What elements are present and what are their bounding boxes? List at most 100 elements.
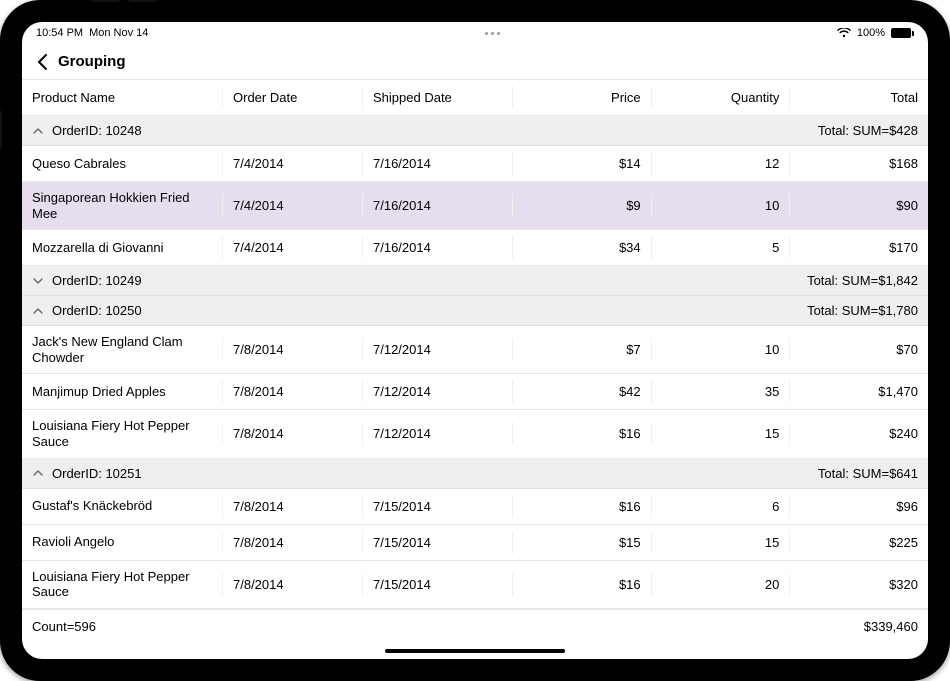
- cell-order-date: 7/8/2014: [222, 338, 362, 361]
- cell-price: $7: [512, 338, 651, 361]
- cell-quantity: 5: [651, 236, 790, 259]
- cell-shipped-date: 7/12/2014: [362, 422, 512, 445]
- cell-shipped-date: 7/15/2014: [362, 531, 512, 554]
- table-row[interactable]: Mozzarella di Giovanni7/4/20147/16/2014$…: [22, 230, 928, 266]
- cell-price: $42: [512, 380, 651, 403]
- cell-shipped-date: 7/15/2014: [362, 495, 512, 518]
- cell-quantity: 12: [651, 152, 790, 175]
- device-button: [90, 0, 120, 2]
- nav-header: Grouping: [22, 44, 928, 80]
- cell-product: Singaporean Hokkien Fried Mee: [22, 186, 222, 225]
- table-row[interactable]: Jack's New England Clam Chowder7/8/20147…: [22, 326, 928, 374]
- cell-total: $320: [789, 573, 928, 596]
- data-grid[interactable]: Product Name Order Date Shipped Date Pri…: [22, 80, 928, 659]
- cell-quantity: 15: [651, 422, 790, 445]
- cell-shipped-date: 7/12/2014: [362, 338, 512, 361]
- home-indicator[interactable]: [385, 649, 565, 653]
- page-title: Grouping: [58, 53, 126, 70]
- group-header[interactable]: OrderID: 10251 Total: SUM=$641: [22, 459, 928, 489]
- device-button: [0, 110, 2, 150]
- chevron-up-icon[interactable]: [32, 125, 44, 137]
- cell-product: Mozzarella di Giovanni: [22, 236, 222, 260]
- col-header-shipped-date[interactable]: Shipped Date: [362, 86, 512, 109]
- cell-quantity: 10: [651, 194, 790, 217]
- cell-product: Gustaf's Knäckebröd: [22, 494, 222, 518]
- cell-price: $34: [512, 236, 651, 259]
- cell-price: $16: [512, 495, 651, 518]
- summary-grand-total: $339,460: [789, 613, 928, 640]
- multitask-dots[interactable]: [485, 32, 500, 35]
- wifi-icon: [837, 28, 851, 38]
- cell-price: $9: [512, 194, 651, 217]
- cell-order-date: 7/4/2014: [222, 152, 362, 175]
- table-row[interactable]: Manjimup Dried Apples7/8/20147/12/2014$4…: [22, 374, 928, 410]
- table-row[interactable]: Louisiana Fiery Hot Pepper Sauce7/8/2014…: [22, 410, 928, 458]
- cell-quantity: 6: [651, 495, 790, 518]
- summary-count: Count=596: [22, 613, 222, 640]
- group-header[interactable]: OrderID: 10250 Total: SUM=$1,780: [22, 296, 928, 326]
- battery-percent: 100%: [857, 27, 885, 39]
- column-header-row: Product Name Order Date Shipped Date Pri…: [22, 80, 928, 116]
- status-date: Mon Nov 14: [89, 27, 148, 39]
- table-row[interactable]: Ravioli Angelo7/8/20147/15/2014$1515$225: [22, 525, 928, 561]
- cell-product: Louisiana Fiery Hot Pepper Sauce: [22, 565, 222, 604]
- col-header-total[interactable]: Total: [789, 86, 928, 109]
- cell-shipped-date: 7/16/2014: [362, 194, 512, 217]
- col-header-price[interactable]: Price: [512, 86, 651, 109]
- cell-price: $14: [512, 152, 651, 175]
- cell-total: $1,470: [789, 380, 928, 403]
- group-header[interactable]: OrderID: 10249 Total: SUM=$1,842: [22, 266, 928, 296]
- cell-product: Manjimup Dried Apples: [22, 380, 222, 404]
- cell-order-date: 7/8/2014: [222, 531, 362, 554]
- chevron-down-icon[interactable]: [32, 275, 44, 287]
- ipad-frame: 10:54 PM Mon Nov 14 100% Grouping: [0, 0, 950, 681]
- cell-total: $225: [789, 531, 928, 554]
- cell-total: $96: [789, 495, 928, 518]
- cell-product: Ravioli Angelo: [22, 530, 222, 554]
- cell-order-date: 7/4/2014: [222, 194, 362, 217]
- battery-icon: [891, 28, 914, 38]
- cell-order-date: 7/8/2014: [222, 422, 362, 445]
- group-summary: Total: SUM=$1,842: [807, 273, 918, 288]
- col-header-quantity[interactable]: Quantity: [651, 86, 790, 109]
- cell-quantity: 15: [651, 531, 790, 554]
- device-button: [128, 0, 158, 2]
- col-header-product[interactable]: Product Name: [22, 86, 222, 109]
- cell-shipped-date: 7/16/2014: [362, 152, 512, 175]
- group-header[interactable]: OrderID: 10248 Total: SUM=$428: [22, 116, 928, 146]
- table-row[interactable]: Queso Cabrales7/4/20147/16/2014$1412$168: [22, 146, 928, 182]
- table-row[interactable]: Singaporean Hokkien Fried Mee7/4/20147/1…: [22, 182, 928, 230]
- col-header-order-date[interactable]: Order Date: [222, 86, 362, 109]
- grid-body: OrderID: 10248 Total: SUM=$428 Queso Cabra…: [22, 116, 928, 609]
- group-title: OrderID: 10250: [52, 303, 142, 318]
- chevron-up-icon[interactable]: [32, 305, 44, 317]
- group-title: OrderID: 10248: [52, 123, 142, 138]
- chevron-up-icon[interactable]: [32, 467, 44, 479]
- table-row[interactable]: Gustaf's Knäckebröd7/8/20147/15/2014$166…: [22, 489, 928, 525]
- group-summary: Total: SUM=$1,780: [807, 303, 918, 318]
- cell-product: Louisiana Fiery Hot Pepper Sauce: [22, 414, 222, 453]
- group-summary: Total: SUM=$428: [818, 123, 918, 138]
- group-title: OrderID: 10249: [52, 273, 142, 288]
- status-time: 10:54 PM: [36, 27, 83, 39]
- cell-total: $90: [789, 194, 928, 217]
- cell-quantity: 10: [651, 338, 790, 361]
- back-icon[interactable]: [32, 54, 54, 70]
- cell-total: $240: [789, 422, 928, 445]
- cell-total: $168: [789, 152, 928, 175]
- cell-product: Queso Cabrales: [22, 152, 222, 176]
- cell-price: $16: [512, 573, 651, 596]
- cell-shipped-date: 7/12/2014: [362, 380, 512, 403]
- cell-total: $70: [789, 338, 928, 361]
- grid-summary-row: Count=596 $339,460: [22, 609, 928, 643]
- cell-order-date: 7/4/2014: [222, 236, 362, 259]
- cell-price: $16: [512, 422, 651, 445]
- cell-total: $170: [789, 236, 928, 259]
- group-title: OrderID: 10251: [52, 466, 142, 481]
- group-summary: Total: SUM=$641: [818, 466, 918, 481]
- cell-order-date: 7/8/2014: [222, 573, 362, 596]
- status-bar: 10:54 PM Mon Nov 14 100%: [22, 22, 928, 44]
- table-row[interactable]: Louisiana Fiery Hot Pepper Sauce7/8/2014…: [22, 561, 928, 609]
- cell-price: $15: [512, 531, 651, 554]
- cell-order-date: 7/8/2014: [222, 380, 362, 403]
